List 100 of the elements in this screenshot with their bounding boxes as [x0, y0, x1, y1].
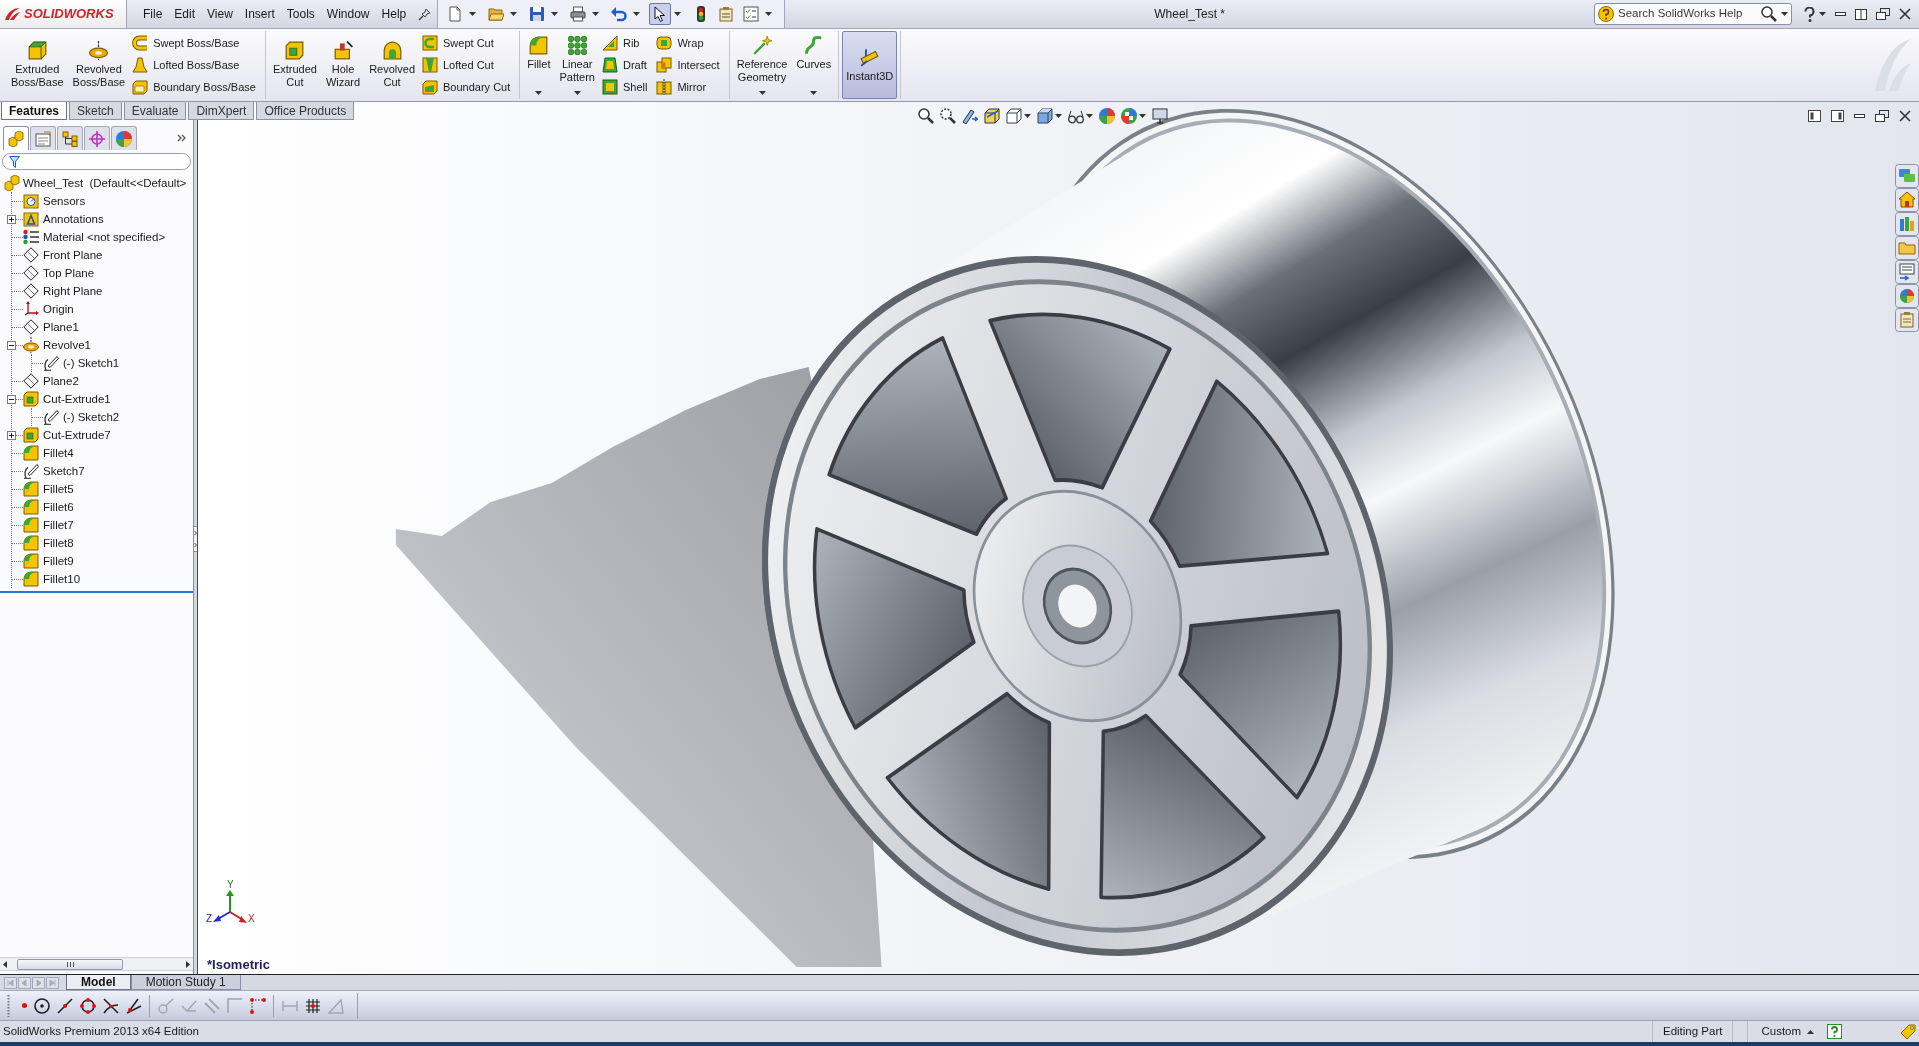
command-button[interactable]: Instant3D [842, 31, 898, 99]
restore-icon[interactable] [1875, 110, 1889, 122]
ring-points-icon[interactable] [80, 997, 96, 1014]
chat-bubbles-icon[interactable] [1895, 164, 1919, 188]
command-button[interactable]: Swept Boss/Base [130, 33, 258, 53]
crosshair-icon[interactable] [89, 130, 105, 147]
pen-arrow-icon[interactable] [962, 108, 978, 124]
tree-item[interactable]: Plane1 [43, 320, 79, 334]
ruler-pointer-icon[interactable] [860, 47, 880, 67]
tree-item[interactable]: Fillet8 [43, 536, 74, 550]
crossing-curves-icon[interactable] [103, 997, 119, 1014]
grid-icon[interactable] [305, 997, 321, 1014]
line-icon[interactable] [57, 997, 73, 1014]
menu-item[interactable]: Edit [168, 6, 202, 22]
command-button[interactable]: Mirror [654, 77, 722, 97]
command-button[interactable]: Hole Wizard [321, 31, 365, 99]
menu-item[interactable]: Help [375, 6, 413, 22]
clipboard-icon[interactable] [1895, 308, 1919, 332]
command-button[interactable]: Boundary Cut [420, 77, 513, 97]
tapered-block-icon[interactable] [601, 57, 618, 73]
tree-item[interactable]: Cut-Extrude7 [43, 428, 111, 442]
minus-box-icon[interactable] [7, 340, 16, 350]
wireframe-cube-icon[interactable] [1006, 108, 1022, 124]
caret-icon[interactable] [551, 12, 559, 16]
command-button[interactable]: Wrap [654, 33, 722, 53]
command-button[interactable]: Lofted Boss/Base [130, 55, 258, 75]
command-button[interactable]: Revolved Cut [365, 31, 419, 99]
pushpin-icon[interactable] [418, 7, 432, 21]
tree-item[interactable]: Cut-Extrude1 [43, 392, 111, 406]
caret-icon[interactable] [1781, 12, 1788, 16]
monitor-icon[interactable] [1152, 108, 1168, 124]
minus-box-icon[interactable] [7, 394, 16, 404]
command-button[interactable]: Extruded Cut [268, 31, 321, 99]
dot-grid-icon[interactable] [567, 36, 587, 55]
close-icon[interactable] [1899, 8, 1911, 20]
tree-item[interactable]: Annotations [43, 212, 104, 226]
tile-icon[interactable] [1855, 8, 1867, 20]
command-button[interactable]: Linear Pattern [555, 31, 599, 99]
cube-icon[interactable] [27, 41, 47, 60]
tile-left-icon[interactable] [1808, 110, 1821, 122]
command-button[interactable]: Reference Geometry [732, 31, 792, 99]
panel-tab[interactable] [111, 126, 137, 150]
command-button[interactable]: Extruded Boss/Base [7, 31, 68, 99]
shaded-cube-icon[interactable] [1037, 108, 1053, 124]
hook-icon[interactable] [132, 35, 149, 51]
menu-item[interactable]: View [201, 6, 239, 22]
search-field[interactable]: Search SolidWorks Help [1594, 3, 1792, 25]
wedge-icon[interactable] [601, 35, 618, 51]
panel-tab[interactable] [30, 126, 56, 150]
restore-icon[interactable] [1876, 8, 1890, 20]
command-button[interactable]: Draft [599, 55, 650, 75]
panel-tab[interactable] [84, 126, 110, 150]
dotted-corner-icon[interactable] [250, 997, 266, 1014]
command-button[interactable]: Revolved Boss/Base [68, 31, 130, 99]
command-button[interactable]: Intersect [654, 55, 722, 75]
command-tab[interactable]: Sketch [69, 102, 122, 120]
units-dropdown[interactable]: Custom [1748, 1022, 1815, 1041]
color-pie-icon[interactable] [116, 130, 132, 147]
minimize-icon[interactable] [1854, 114, 1865, 118]
panel-tab[interactable] [3, 126, 29, 150]
tree-item[interactable]: Fillet4 [43, 446, 74, 460]
overlapping-blocks-icon[interactable] [656, 57, 673, 73]
tree-item[interactable]: Fillet9 [43, 554, 74, 568]
arch-icon[interactable] [382, 41, 402, 60]
tray-icon[interactable] [132, 79, 149, 95]
grip-handle[interactable] [7, 994, 10, 1017]
squiggle-icon[interactable] [804, 36, 824, 55]
caret-icon[interactable] [592, 12, 600, 16]
close-icon[interactable] [1899, 110, 1911, 122]
caret-icon[interactable] [765, 12, 773, 16]
drill-block-icon[interactable] [333, 41, 353, 60]
caret-icon[interactable] [510, 12, 518, 16]
tree-item[interactable]: Revolve1 [43, 338, 91, 352]
sliced-cube-icon[interactable] [984, 108, 1000, 124]
tree-item[interactable]: Front Plane [43, 248, 103, 262]
angle-lines-icon[interactable] [126, 997, 142, 1014]
caret-icon[interactable] [1819, 12, 1826, 16]
scroll-right-icon[interactable] [186, 960, 190, 968]
plus-box-icon[interactable] [7, 214, 16, 224]
magnifier-icon[interactable] [918, 108, 934, 124]
command-button[interactable]: Swept Cut [420, 33, 513, 53]
command-button[interactable]: Shell [599, 77, 650, 97]
command-button[interactable]: Curves [792, 31, 836, 99]
tree-item[interactable]: Fillet10 [43, 572, 81, 586]
tree-item[interactable]: Material <not specified> [43, 230, 166, 244]
tree-item[interactable]: Fillet5 [43, 482, 74, 496]
caret-icon[interactable] [535, 91, 543, 95]
menu-item[interactable]: Tools [280, 6, 321, 22]
ring-axis-icon[interactable] [89, 41, 109, 60]
menu-item[interactable]: Insert [238, 6, 281, 22]
books-icon[interactable] [1895, 212, 1919, 236]
sheet-tab[interactable]: Model [66, 975, 131, 990]
blocks-icon[interactable] [8, 130, 24, 147]
tree-item[interactable]: Plane2 [43, 374, 79, 388]
command-tab[interactable]: Evaluate [123, 102, 187, 120]
menu-item[interactable]: Window [320, 6, 376, 22]
double-chevron-icon[interactable] [177, 134, 186, 142]
search-input[interactable]: Search SolidWorks Help [1618, 5, 1757, 23]
checkered-ball-icon[interactable] [1121, 108, 1137, 124]
caret-icon[interactable] [633, 12, 641, 16]
